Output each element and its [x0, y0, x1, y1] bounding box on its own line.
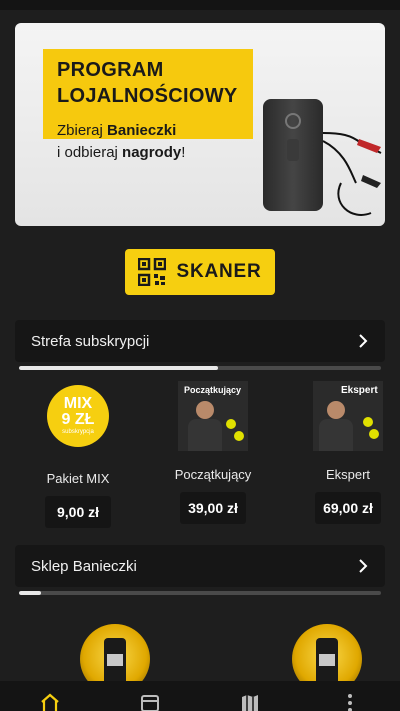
wallet-icon[interactable] [140, 693, 160, 711]
subscriptions-scroll-indicator [19, 366, 381, 370]
subscription-price: 9,00 zł [45, 496, 111, 528]
scanner-button[interactable]: SKANER [125, 249, 275, 295]
qr-code-icon [138, 258, 167, 286]
subscription-price: 39,00 zł [180, 492, 246, 524]
shop-header[interactable]: Sklep Banieczki [15, 545, 385, 587]
chevron-right-icon [359, 559, 368, 573]
jump-starter-image [263, 99, 323, 211]
chevron-right-icon [359, 334, 368, 348]
beginner-image: Początkujący [178, 381, 248, 451]
status-bar [0, 0, 400, 10]
subscription-card-beginner[interactable]: Początkujący Początkujący 39,00 zł [158, 381, 268, 524]
subscriptions-header[interactable]: Strefa subskrypcji [15, 320, 385, 362]
bottom-navigation [0, 681, 400, 711]
home-icon[interactable] [40, 693, 60, 711]
shop-scroll-indicator [19, 591, 381, 595]
subscription-card-expert[interactable]: Ekspert Ekspert 69,00 zł [293, 381, 400, 524]
more-vertical-icon[interactable] [340, 693, 360, 711]
subscription-name: Ekspert [325, 467, 371, 482]
banner-title-line2: LOJALNOŚCIOWY [57, 85, 238, 107]
banner-title-line1: PROGRAM [57, 59, 164, 81]
subscription-price: 69,00 zł [315, 492, 381, 524]
banner-subtitle: Zbieraj Banieczki i odbieraj nagrody! [57, 122, 186, 161]
subscriptions-title: Strefa subskrypcji [31, 332, 150, 350]
subscription-name: Początkujący [174, 467, 252, 482]
shop-title: Sklep Banieczki [31, 557, 137, 575]
subscription-card-mix[interactable]: MIX 9 ZŁ subskrypcja Pakiet MIX 9,00 zł [23, 381, 133, 528]
mix-badge-image: MIX 9 ZŁ subskrypcja [43, 385, 113, 455]
subscription-name: Pakiet MIX [46, 471, 110, 486]
cable-clamps-image [322, 132, 382, 216]
scanner-label: SKANER [176, 261, 262, 282]
map-icon[interactable] [240, 693, 260, 711]
expert-image: Ekspert [313, 381, 383, 451]
loyalty-program-banner[interactable]: PROGRAM LOJALNOŚCIOWY Zbieraj Banieczki … [15, 23, 385, 226]
